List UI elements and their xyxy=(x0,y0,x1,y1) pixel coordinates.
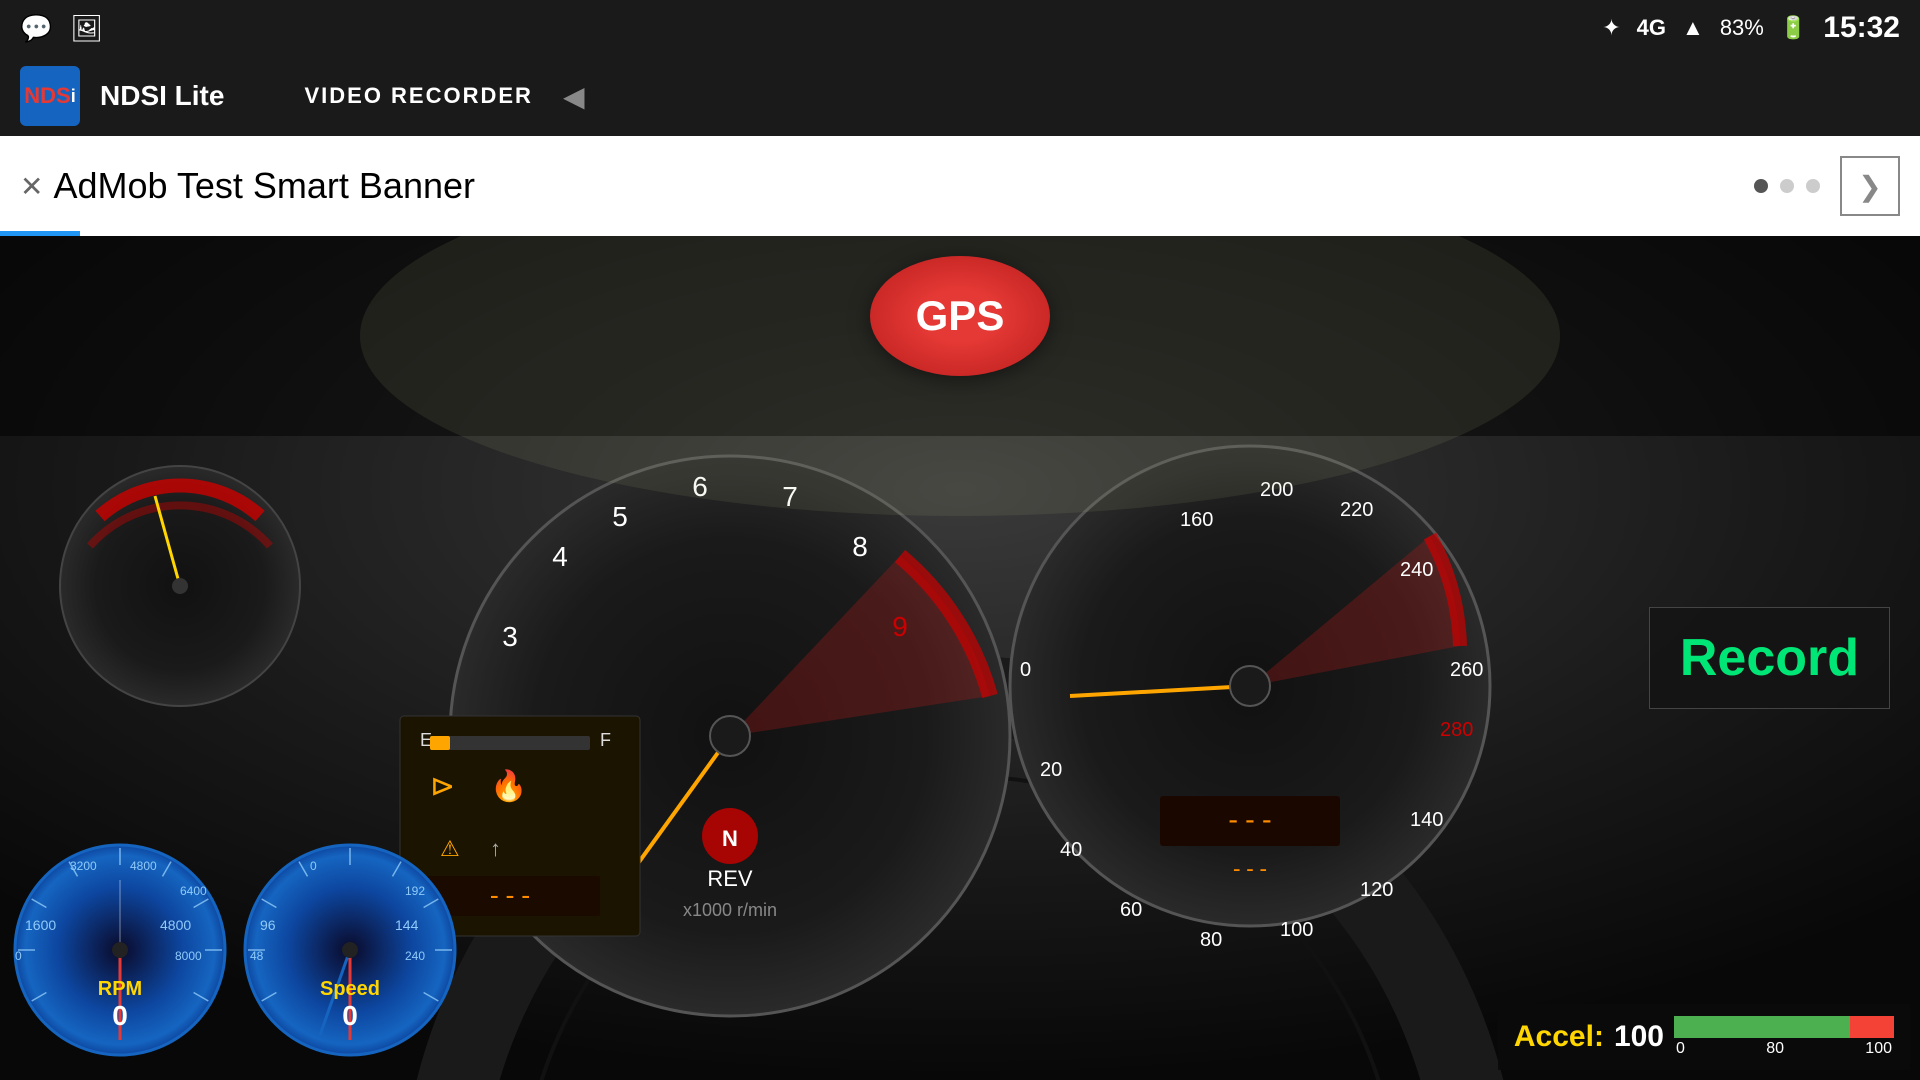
svg-text:---: --- xyxy=(1230,857,1270,882)
nav-chevron-icon: ◀ xyxy=(563,80,585,113)
accel-label: Accel: xyxy=(1514,1020,1604,1054)
accel-bar-100: 100 xyxy=(1865,1040,1892,1058)
bluetooth-icon: ✦ xyxy=(1602,15,1620,41)
svg-text:3: 3 xyxy=(502,621,518,652)
svg-text:280: 280 xyxy=(1440,719,1473,741)
svg-text:4800: 4800 xyxy=(130,859,157,873)
svg-text:4: 4 xyxy=(552,541,568,572)
svg-text:100: 100 xyxy=(1280,919,1313,941)
svg-text:0: 0 xyxy=(310,859,317,873)
svg-text:144: 144 xyxy=(395,917,419,933)
record-button[interactable]: Record xyxy=(1649,607,1890,709)
gallery-icon: 🖼 xyxy=(70,13,103,44)
camera-view: 5 6 7 8 9 4 3 2 1 REV x1000 r/min N E F … xyxy=(0,236,1920,1080)
whatsapp-icon: 💬 xyxy=(20,13,52,44)
accel-bar-labels: 0 80 100 xyxy=(1674,1040,1894,1058)
ad-next-button[interactable]: ❯ xyxy=(1840,156,1900,216)
battery-percent: 83% xyxy=(1720,15,1764,41)
svg-text:0: 0 xyxy=(112,1000,128,1031)
accel-red-fill xyxy=(1850,1016,1894,1038)
svg-text:---: --- xyxy=(1225,803,1276,836)
app-logo: NDS i xyxy=(20,66,80,126)
ad-progress-bar xyxy=(0,231,80,236)
svg-text:N: N xyxy=(722,826,738,851)
svg-text:40: 40 xyxy=(1060,839,1082,861)
accel-green-fill xyxy=(1674,1016,1850,1038)
accel-bar-min: 0 xyxy=(1676,1040,1685,1058)
svg-text:0: 0 xyxy=(1020,659,1031,681)
status-left-icons: 💬 🖼 xyxy=(20,13,103,44)
svg-text:96: 96 xyxy=(260,917,276,933)
obd-gauges: RPM 0 1600 4800 0 6400 3200 4800 8000 xyxy=(10,840,460,1060)
svg-text:80: 80 xyxy=(1200,929,1222,951)
svg-text:160: 160 xyxy=(1180,509,1213,531)
svg-text:3200: 3200 xyxy=(70,859,97,873)
app-header: NDS i NDSI Lite VIDEO RECORDER ◀ xyxy=(0,56,1920,136)
accel-bar-container: 0 80 100 xyxy=(1674,1016,1894,1058)
svg-text:F: F xyxy=(600,730,611,750)
svg-text:8000: 8000 xyxy=(175,949,202,963)
status-right-info: ✦ 4G ▲ 83% 🔋 15:32 xyxy=(1602,11,1900,45)
ad-dot-1 xyxy=(1754,179,1768,193)
ad-dot-3 xyxy=(1806,179,1820,193)
ad-close-button[interactable]: ✕ xyxy=(20,170,43,203)
network-type: 4G xyxy=(1637,15,1666,41)
app-title: NDSI Lite xyxy=(100,80,224,112)
svg-text:Speed: Speed xyxy=(320,978,380,1000)
logo-i: i xyxy=(71,86,76,107)
svg-text:240: 240 xyxy=(405,949,425,963)
accel-bar-track xyxy=(1674,1016,1894,1038)
section-title: VIDEO RECORDER xyxy=(304,83,532,109)
svg-text:192: 192 xyxy=(405,884,425,898)
logo-nds: NDS xyxy=(24,83,70,109)
svg-text:0: 0 xyxy=(15,949,22,963)
svg-text:6400: 6400 xyxy=(180,884,207,898)
ad-dots xyxy=(1754,179,1820,193)
svg-text:---: --- xyxy=(487,881,534,911)
svg-text:REV: REV xyxy=(707,866,753,891)
rpm-gauge: RPM 0 1600 4800 0 6400 3200 4800 8000 xyxy=(10,840,230,1060)
record-label: Record xyxy=(1680,629,1859,687)
svg-text:20: 20 xyxy=(1040,759,1062,781)
svg-text:4800: 4800 xyxy=(160,917,191,933)
svg-text:5: 5 xyxy=(612,501,628,532)
speed-gauge: Speed 0 96 144 48 192 0 240 xyxy=(240,840,460,1060)
svg-text:8: 8 xyxy=(852,531,868,562)
svg-text:240: 240 xyxy=(1400,559,1433,581)
svg-text:↑: ↑ xyxy=(490,836,501,861)
svg-text:60: 60 xyxy=(1120,899,1142,921)
rpm-gauge-svg: RPM 0 1600 4800 0 6400 3200 4800 8000 xyxy=(10,840,230,1060)
svg-text:9: 9 xyxy=(892,611,908,642)
svg-text:x1000 r/min: x1000 r/min xyxy=(683,900,777,920)
accel-row: Accel: 100 0 80 100 xyxy=(1514,1016,1894,1058)
clock: 15:32 xyxy=(1823,11,1900,45)
svg-text:RPM: RPM xyxy=(98,978,142,1000)
svg-text:1600: 1600 xyxy=(25,917,56,933)
svg-text:260: 260 xyxy=(1450,659,1483,681)
svg-text:⊳: ⊳ xyxy=(430,770,455,803)
svg-text:140: 140 xyxy=(1410,809,1443,831)
svg-text:🔥: 🔥 xyxy=(490,768,527,803)
accel-bar-80: 80 xyxy=(1766,1040,1784,1058)
ad-text: AdMob Test Smart Banner xyxy=(53,165,1754,207)
svg-text:120: 120 xyxy=(1360,879,1393,901)
svg-text:48: 48 xyxy=(250,949,264,963)
accel-bar: Accel: 100 0 80 100 xyxy=(1498,1004,1910,1070)
battery-icon: 🔋 xyxy=(1780,15,1807,41)
gps-button[interactable]: GPS xyxy=(870,256,1050,376)
signal-icon: ▲ xyxy=(1682,15,1704,41)
accel-value: 100 xyxy=(1614,1020,1664,1054)
svg-text:0: 0 xyxy=(342,1000,358,1031)
gps-label: GPS xyxy=(916,292,1005,340)
svg-text:220: 220 xyxy=(1340,499,1373,521)
status-bar: 💬 🖼 ✦ 4G ▲ 83% 🔋 15:32 xyxy=(0,0,1920,56)
ad-dot-2 xyxy=(1780,179,1794,193)
speed-gauge-svg: Speed 0 96 144 48 192 0 240 xyxy=(240,840,460,1060)
ad-banner: ✕ AdMob Test Smart Banner ❯ xyxy=(0,136,1920,236)
